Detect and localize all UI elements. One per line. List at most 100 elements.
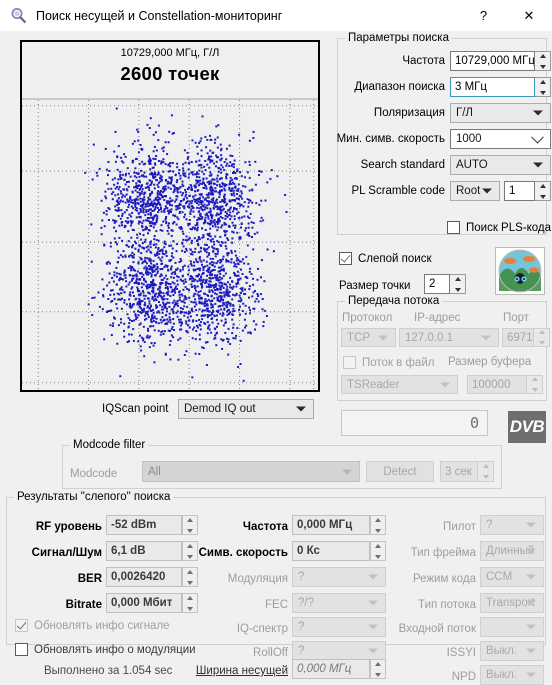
blind-search-checkbox[interactable]: Слепой поиск xyxy=(339,252,431,265)
port-spin-down[interactable] xyxy=(534,338,549,347)
fec-combo[interactable]: ?/? xyxy=(292,593,386,613)
issyi-combo[interactable]: Выкл. xyxy=(480,641,544,661)
frame-type-combo[interactable]: Длинный xyxy=(480,541,544,561)
spin-down[interactable] xyxy=(183,577,197,586)
npd-combo[interactable]: Выкл. xyxy=(480,665,544,685)
plot-canvas[interactable] xyxy=(22,100,318,390)
carrier-width-link[interactable]: Ширина несущей xyxy=(186,665,288,677)
search-standard-value: AUTO xyxy=(456,159,488,171)
point-size-spinner[interactable] xyxy=(450,274,466,294)
help-button[interactable]: ? xyxy=(461,0,506,31)
pilot-combo[interactable]: ? xyxy=(480,515,544,535)
protocol-value: TCP xyxy=(347,331,370,344)
chevron-down-icon xyxy=(533,110,543,116)
carrier-width-spinner[interactable] xyxy=(370,659,386,679)
timeout-spin-up[interactable] xyxy=(478,462,493,472)
modcode-value: All xyxy=(148,465,161,478)
update-modulation-checkbox[interactable]: Обновлять инфо о модуляции xyxy=(15,643,196,656)
constellation-plot[interactable]: 10729,000 МГц, Г/Л 2600 точек xyxy=(20,40,320,392)
frequency-spin-up[interactable] xyxy=(535,52,550,61)
npd-value: Выкл. xyxy=(486,669,518,681)
spin-down[interactable] xyxy=(183,525,197,534)
npd-label: NPD xyxy=(451,671,476,683)
port-spinner[interactable] xyxy=(534,328,550,347)
port-input[interactable]: 6971 xyxy=(502,328,534,347)
pls-search-checkbox[interactable]: Поиск PLS-кода xyxy=(447,221,551,234)
point-size-input[interactable]: 2 xyxy=(424,274,450,294)
spin-up[interactable] xyxy=(183,542,197,551)
buffer-spin-down[interactable] xyxy=(527,385,542,394)
spin-down[interactable] xyxy=(183,603,197,612)
spin-down[interactable] xyxy=(371,551,385,560)
frequency-label: Частота xyxy=(402,55,445,67)
spin-up[interactable] xyxy=(183,594,197,603)
bitrate-label: Bitrate xyxy=(65,599,102,611)
spin-down[interactable] xyxy=(371,669,385,678)
ip-combo[interactable]: 127.0.0.1 xyxy=(399,328,499,347)
port-label: Порт xyxy=(503,312,530,324)
pl-scramble-input[interactable]: 1 xyxy=(504,181,535,201)
range-spin-up[interactable] xyxy=(535,78,550,87)
pl-scramble-spin-down[interactable] xyxy=(535,191,550,200)
iq-spectrum-label: IQ-спектр xyxy=(236,623,288,635)
checkbox-box xyxy=(343,356,356,369)
reader-value: TSReader xyxy=(347,378,400,391)
modcode-combo[interactable]: All xyxy=(142,461,360,482)
chevron-down-icon xyxy=(342,469,352,474)
iq-spectrum-combo[interactable]: ? xyxy=(292,617,386,637)
chevron-down-icon xyxy=(526,548,536,554)
close-button[interactable]: ✕ xyxy=(506,0,552,31)
code-mode-combo[interactable]: CCM xyxy=(480,567,544,587)
spin-up[interactable] xyxy=(183,516,197,525)
buffer-spinner[interactable] xyxy=(527,375,543,394)
pilot-value: ? xyxy=(486,519,493,531)
frequency-input[interactable]: 10729,000 МГц xyxy=(450,51,535,71)
ber-label: BER xyxy=(77,573,102,585)
result-frequency-spinner[interactable] xyxy=(370,515,386,535)
modulation-combo[interactable]: ? xyxy=(292,567,386,587)
frequency-spin-down[interactable] xyxy=(535,61,550,70)
chevron-down-icon xyxy=(526,522,536,528)
search-standard-combo[interactable]: AUTO xyxy=(450,155,551,175)
pl-scramble-spinner[interactable] xyxy=(535,181,551,201)
polarization-combo[interactable]: Г/Л xyxy=(450,103,551,123)
spin-up[interactable] xyxy=(371,542,385,551)
spin-down[interactable] xyxy=(183,551,197,560)
symbol-rate-spinner[interactable] xyxy=(370,541,386,561)
chevron-down-icon xyxy=(526,600,536,606)
spin-up[interactable] xyxy=(183,568,197,577)
detect-timeout-input[interactable]: 3 сек xyxy=(440,461,478,482)
point-size-spin-down[interactable] xyxy=(450,284,465,293)
chevron-down-icon xyxy=(481,335,491,340)
point-size-label: Размер точки xyxy=(339,280,411,292)
rolloff-combo[interactable]: ? xyxy=(292,641,386,661)
point-size-spin-up[interactable] xyxy=(450,275,465,284)
aquarium-thumbnail[interactable] xyxy=(495,247,545,295)
range-spinner[interactable] xyxy=(535,77,551,97)
buffer-size-input[interactable]: 100000 xyxy=(467,375,527,394)
range-input[interactable]: 3 МГц xyxy=(450,77,535,97)
reader-combo[interactable]: TSReader xyxy=(341,375,458,394)
buffer-spin-up[interactable] xyxy=(527,376,542,385)
min-symbol-rate-combo[interactable]: 1000 xyxy=(450,129,551,149)
stream-type-combo[interactable]: Transport xyxy=(480,593,544,613)
port-spin-up[interactable] xyxy=(534,329,549,338)
buffer-size-label: Размер буфера xyxy=(448,356,532,368)
iqscan-combo[interactable]: Demod IQ out xyxy=(178,399,314,419)
update-signal-checkbox[interactable]: Обновлять инфо сигнале xyxy=(15,619,170,632)
timeout-spin-down[interactable] xyxy=(478,472,493,482)
spin-up[interactable] xyxy=(371,516,385,525)
modcode-label: Modcode xyxy=(70,468,118,480)
spin-down[interactable] xyxy=(371,525,385,534)
frequency-spinner[interactable] xyxy=(535,51,551,71)
range-spin-down[interactable] xyxy=(535,87,550,96)
detect-button[interactable]: Detect xyxy=(366,461,434,482)
pl-scramble-mode-combo[interactable]: Root xyxy=(450,181,500,201)
pl-scramble-spin-up[interactable] xyxy=(535,182,550,191)
code-mode-label: Режим кода xyxy=(412,573,476,585)
stream-to-file-checkbox[interactable]: Поток в файл xyxy=(343,356,434,369)
protocol-combo[interactable]: TCP xyxy=(341,328,396,347)
input-stream-combo[interactable] xyxy=(480,617,544,637)
spin-up[interactable] xyxy=(371,660,385,669)
detect-timeout-spinner[interactable] xyxy=(478,461,494,482)
